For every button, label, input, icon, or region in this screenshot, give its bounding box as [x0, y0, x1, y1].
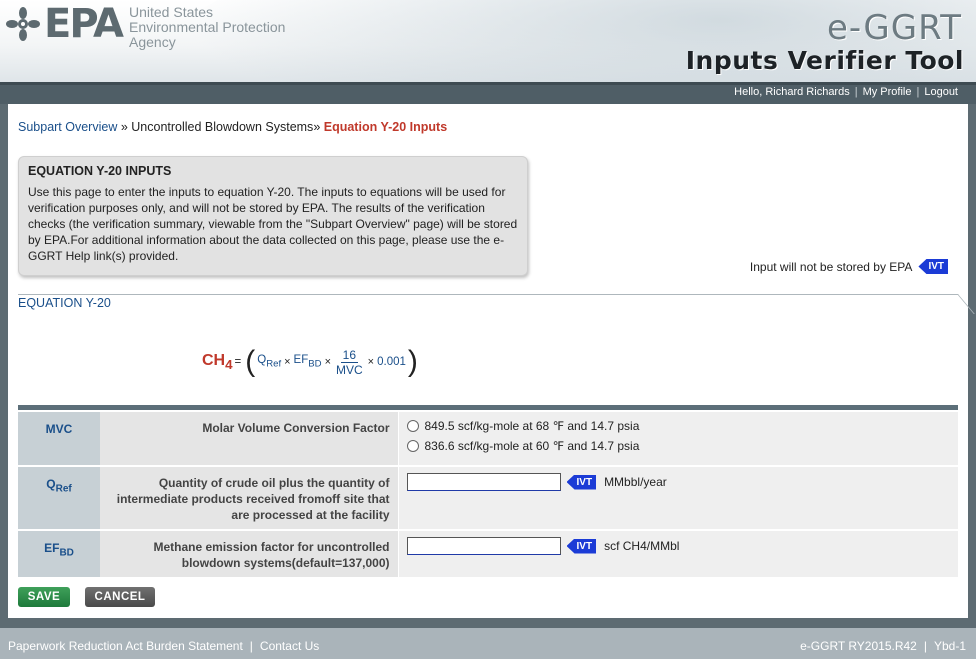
ivt-badge-icon: IVT [566, 474, 597, 490]
input-cell-efbd: IVT scf CH4/MMbl [397, 529, 958, 579]
fraction-numerator: 16 [340, 347, 359, 363]
formula-open-paren: ( [245, 345, 256, 378]
contact-us-link[interactable]: Contact Us [260, 639, 319, 653]
site-header: EPA United States Environmental Protecti… [0, 0, 976, 82]
ivt-badge-icon: IVT [918, 259, 948, 274]
qref-input-line: IVT MMbbl/year [406, 473, 951, 491]
variable-symbol: Q [46, 477, 56, 491]
user-bar: Hello, Richard Richards | My Profile | Logou… [0, 82, 976, 104]
formula-times: × [284, 356, 291, 368]
description-mvc: Molar Volume Conversion Factor [100, 410, 398, 467]
agency-line: Environmental Protection [129, 19, 286, 35]
mvc-option-68f[interactable]: 849.5 scf/kg-mole at 68 ℉ and 14.7 psia [406, 419, 951, 433]
ivt-badge-icon: IVT [566, 538, 597, 554]
user-greeting: Hello, Richard Richards [734, 86, 850, 98]
efbd-input[interactable] [406, 537, 561, 555]
fraction-denominator: MVC [336, 362, 363, 377]
my-profile-link[interactable]: My Profile [863, 86, 912, 98]
formula-q: QRef [257, 354, 281, 369]
radio-label: 836.6 scf/kg-mole at 60 ℉ and 14.7 psia [424, 439, 640, 453]
formula-ef-sub: BD [308, 358, 322, 370]
inputs-table: MVC Molar Volume Conversion Factor 849.5… [18, 405, 958, 579]
formula-ef: EFBD [294, 354, 322, 369]
app-name: e-GGRT [826, 8, 962, 48]
radio-button[interactable] [406, 440, 419, 452]
footer-links: Paperwork Reduction Act Burden Statement… [8, 639, 319, 653]
variable-subscript: BD [59, 547, 74, 559]
epa-logo[interactable]: EPA [6, 1, 124, 47]
formula-ef-symbol: EF [293, 354, 309, 367]
formula-constant: 0.001 [377, 356, 406, 368]
footer-version: e-GGRT RY2015.R42 | Ybd-1 [800, 639, 966, 653]
variable-subscript: Ref [55, 483, 72, 495]
table-row-qref: QRef Quantity of crude oil plus the quan… [18, 465, 958, 531]
breadcrumb-current: Equation Y-20 Inputs [323, 120, 448, 134]
formula-times: × [367, 356, 375, 368]
formula-lhs: CH4 [202, 352, 233, 372]
formula-q-sub: Ref [266, 358, 282, 370]
variable-mvc: MVC [18, 410, 100, 467]
input-cell-qref: IVT MMbbl/year [397, 465, 958, 531]
paperwork-link[interactable]: Paperwork Reduction Act Burden Statement [8, 639, 243, 653]
footer-separator: | [923, 639, 927, 653]
mvc-option-60f[interactable]: 836.6 scf/kg-mole at 60 ℉ and 14.7 psia [406, 439, 951, 453]
ivt-notice: Input will not be stored by EPA IVT [750, 259, 948, 274]
formula-q-symbol: Q [257, 354, 267, 367]
breadcrumb: Subpart Overview » Uncontrolled Blowdown… [18, 120, 447, 134]
formula-close-paren: ) [407, 345, 418, 378]
variable-efbd: EFBD [18, 529, 100, 579]
equation-legend: EQUATION Y-20 [18, 296, 115, 310]
breadcrumb-blowdown-systems: Uncontrolled Blowdown Systems [131, 120, 314, 134]
epa-wordmark: EPA [44, 1, 124, 47]
agency-line: United States [129, 4, 214, 20]
agency-line: Agency [129, 34, 176, 50]
variable-symbol: EF [44, 541, 60, 555]
info-box: EQUATION Y-20 INPUTS Use this page to en… [18, 156, 528, 276]
user-nav: Hello, Richard Richards | My Profile | Logou… [734, 86, 958, 98]
formula-times: × [324, 356, 331, 368]
footer-separator: | [249, 639, 253, 653]
site-footer: Paperwork Reduction Act Burden Statement… [0, 628, 976, 659]
version-text: e-GGRT RY2015.R42 [800, 639, 917, 653]
input-cell-mvc: 849.5 scf/kg-mole at 68 ℉ and 14.7 psia … [397, 410, 958, 467]
variable-qref: QRef [18, 465, 100, 531]
equation-formula: CH4 = ( QRef × EFBD × 16 MVC × 0.001 ) [202, 347, 420, 377]
breadcrumb-separator: » [120, 120, 128, 134]
formula-ch: CH [202, 351, 226, 369]
info-title: EQUATION Y-20 INPUTS [28, 164, 172, 178]
formula-equals: = [234, 356, 242, 368]
epa-flower-icon [6, 7, 40, 41]
ivt-notice-text: Input will not be stored by EPA [749, 259, 913, 274]
page-id: Ybd-1 [933, 639, 966, 653]
info-body: Use this page to enter the inputs to equ… [28, 185, 518, 263]
formula-ch-sub: 4 [225, 357, 233, 373]
breadcrumb-subpart-overview[interactable]: Subpart Overview [18, 120, 117, 134]
table-row-mvc: MVC Molar Volume Conversion Factor 849.5… [18, 410, 958, 467]
main-content: Subpart Overview » Uncontrolled Blowdown… [8, 104, 975, 618]
agency-name: United States Environmental Protection A… [129, 5, 285, 50]
formula-fraction: 16 MVC [336, 348, 363, 377]
save-button[interactable]: SAVE [18, 587, 70, 607]
logout-link[interactable]: Logout [924, 86, 958, 98]
qref-input[interactable] [406, 473, 561, 491]
radio-label: 849.5 scf/kg-mole at 68 ℉ and 14.7 psia [424, 419, 640, 433]
efbd-unit: scf CH4/MMbl [604, 539, 680, 553]
description-efbd: Methane emission factor for uncontrolled… [100, 529, 398, 579]
table-row-efbd: EFBD Methane emission factor for uncontr… [18, 529, 958, 579]
nav-separator: | [916, 86, 920, 98]
breadcrumb-separator: » [313, 120, 321, 134]
radio-button[interactable] [406, 420, 419, 432]
nav-separator: | [854, 86, 858, 98]
qref-unit: MMbbl/year [604, 475, 667, 489]
variable-symbol: MVC [45, 422, 73, 436]
description-qref: Quantity of crude oil plus the quantity … [100, 465, 398, 531]
efbd-input-line: IVT scf CH4/MMbl [406, 537, 951, 555]
equation-frame [18, 294, 975, 414]
frame-corner [938, 294, 975, 314]
tool-name: Inputs Verifier Tool [685, 46, 964, 75]
cancel-button[interactable]: CANCEL [85, 587, 155, 607]
action-buttons: SAVE CANCEL [18, 587, 155, 607]
